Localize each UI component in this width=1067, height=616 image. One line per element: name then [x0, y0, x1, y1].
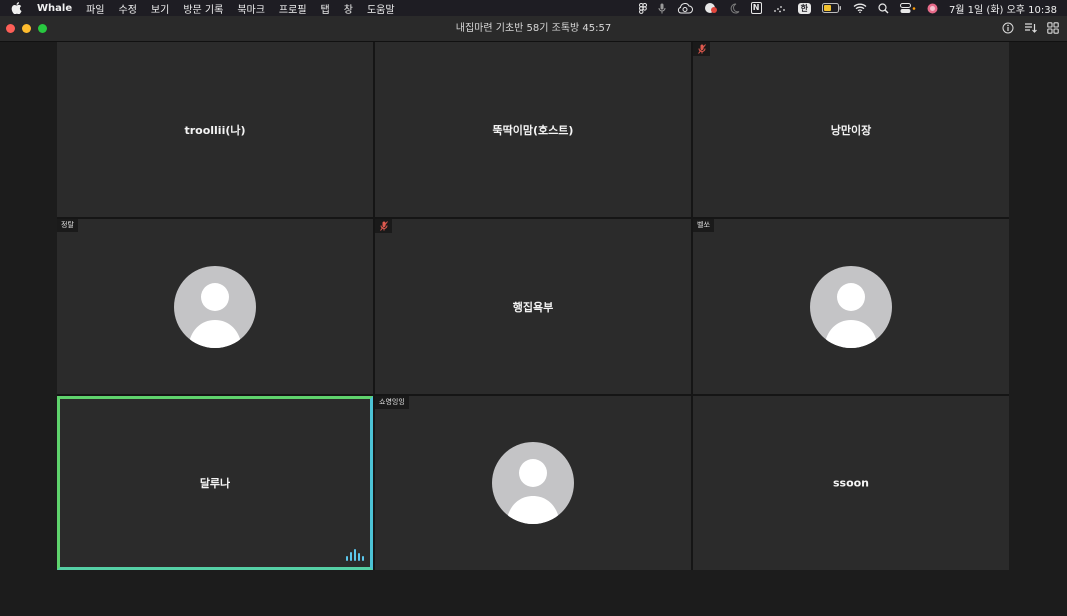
info-icon[interactable]: [1002, 22, 1014, 34]
participant-name: 낭만이장: [830, 123, 872, 137]
default-avatar-icon: [492, 442, 574, 524]
participant-tile[interactable]: 정탈: [57, 219, 373, 394]
participant-name: 행집욕부: [512, 300, 554, 314]
participant-tile[interactable]: ssoon: [693, 396, 1009, 570]
default-avatar-icon: [810, 265, 892, 348]
menu-window[interactable]: 창: [344, 1, 353, 16]
participant-name: ssoon: [832, 476, 870, 490]
battery-icon[interactable]: [821, 0, 842, 16]
menu-history[interactable]: 방문 기록: [183, 1, 223, 16]
input-source-icon[interactable]: 한: [797, 0, 811, 16]
titlebar-actions: [1002, 22, 1059, 34]
notion-icon[interactable]: N: [750, 0, 762, 16]
participant-tile[interactable]: 쇼영잉잉: [375, 396, 691, 570]
participant-name: troollii(나): [184, 123, 246, 137]
muted-microphone-icon: [375, 219, 392, 233]
participant-name-label: 벨쏘: [693, 219, 714, 232]
participant-name-label: 쇼영잉잉: [375, 396, 409, 409]
sort-list-icon[interactable]: [1024, 22, 1037, 34]
record-icon[interactable]: [704, 0, 718, 16]
participant-tile[interactable]: 뚝딱이맘(호스트): [375, 42, 691, 217]
muted-microphone-icon: [693, 42, 710, 56]
participant-name-label: 정탈: [57, 219, 78, 232]
menu-bar: Whale 파일 수정 보기 방문 기록 북마크 프로필 탭 창 도움말 N 한: [0, 0, 1067, 16]
active-speaker-tile[interactable]: 달루나: [57, 396, 373, 570]
participant-tile[interactable]: 행집욕부: [375, 219, 691, 394]
siri-icon[interactable]: [927, 0, 938, 16]
participant-grid: troollii(나) 뚝딱이맘(호스트) 낭만이장 정탈 행집욕부 벨쏘 달루…: [57, 42, 1009, 570]
menu-file[interactable]: 파일: [86, 1, 104, 16]
moon-icon[interactable]: [729, 0, 740, 16]
participant-tile[interactable]: 벨쏘: [693, 219, 1009, 394]
app-menu-whale[interactable]: Whale: [37, 3, 72, 14]
participant-name: 뚝딱이맘(호스트): [492, 123, 574, 137]
menu-tab[interactable]: 탭: [321, 1, 330, 16]
microphone-icon[interactable]: [658, 0, 666, 16]
gallery-view-icon[interactable]: [1047, 22, 1059, 34]
menu-profile[interactable]: 프로필: [279, 1, 307, 16]
menu-help[interactable]: 도움말: [367, 1, 395, 16]
apple-icon[interactable]: [11, 2, 25, 14]
window-title-bar: 내집마련 기초반 58기 조톡방 45:57: [0, 16, 1067, 42]
wifi-icon[interactable]: [853, 0, 867, 16]
menu-edit[interactable]: 수정: [119, 1, 137, 16]
window-title: 내집마련 기초반 58기 조톡방 45:57: [455, 23, 612, 34]
speaking-indicator-icon: [346, 549, 364, 561]
cloud-sync-icon[interactable]: [677, 0, 693, 16]
figma-icon[interactable]: [638, 0, 647, 16]
menubar-clock[interactable]: 7월 1일 (화) 오후 10:38: [949, 1, 1057, 16]
search-icon[interactable]: [878, 0, 889, 16]
control-center-icon[interactable]: [899, 0, 916, 16]
participant-tile[interactable]: troollii(나): [57, 42, 373, 217]
participant-name: 달루나: [199, 477, 231, 490]
menubar-status-area: N 한 7월 1일 (화) 오후 10:38: [638, 0, 1057, 16]
menu-bookmarks[interactable]: 북마크: [237, 1, 265, 16]
dots-icon[interactable]: [773, 0, 787, 16]
default-avatar-icon: [174, 265, 256, 348]
menu-view[interactable]: 보기: [151, 1, 169, 16]
participant-tile[interactable]: 낭만이장: [693, 42, 1009, 217]
